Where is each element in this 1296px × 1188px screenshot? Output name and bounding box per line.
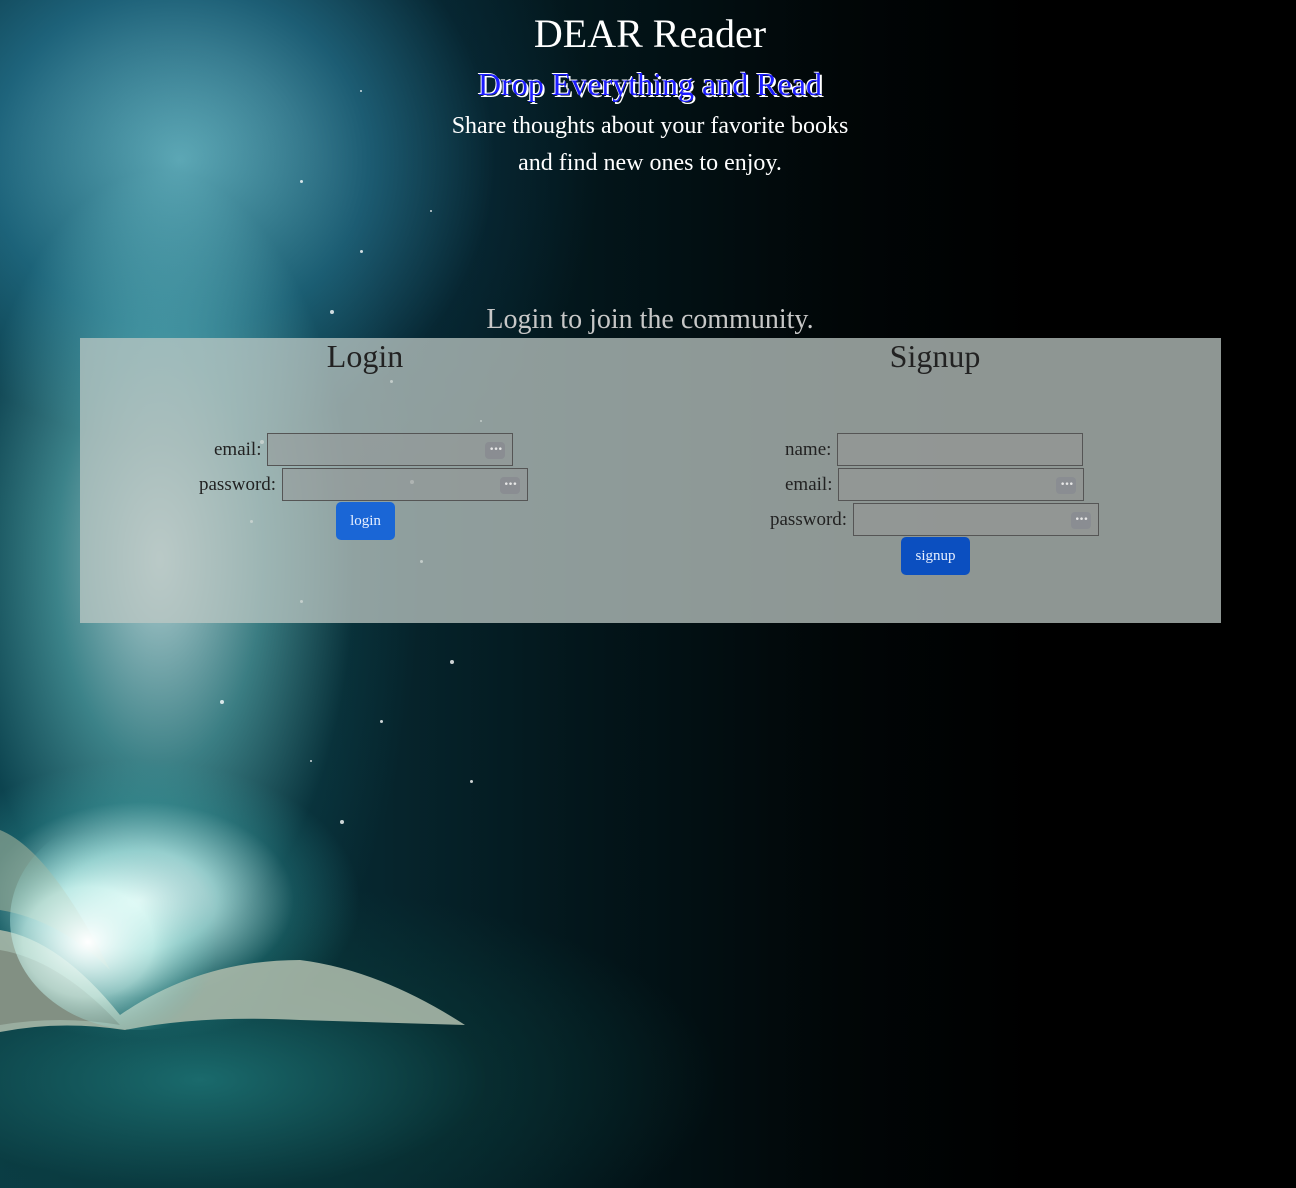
login-password-field-wrapper: ••• [282, 468, 529, 501]
signup-name-row: name: [785, 432, 1084, 467]
signup-button[interactable]: signup [901, 537, 970, 575]
login-password-input[interactable] [283, 469, 528, 500]
sparkle-decoration [340, 820, 344, 824]
password-manager-icon[interactable]: ••• [1056, 477, 1077, 494]
sparkle-decoration [380, 720, 383, 723]
auth-panel: Login email: ••• password: ••• login Sig… [80, 338, 1221, 623]
sparkle-decoration [310, 760, 312, 762]
password-manager-icon[interactable]: ••• [1071, 512, 1092, 529]
sparkle-decoration [360, 250, 363, 253]
signup-password-row: password: ••• [770, 502, 1100, 537]
description-line-1: Share thoughts about your favorite books [451, 113, 849, 139]
open-book-illustration [0, 810, 465, 1032]
login-email-field-wrapper: ••• [267, 433, 514, 466]
login-email-label: email: [214, 438, 262, 460]
sparkle-decoration [450, 660, 454, 664]
login-password-row: password: ••• [199, 467, 529, 502]
login-email-input[interactable] [268, 434, 513, 465]
signup-name-input[interactable] [838, 434, 1083, 465]
signup-email-row: email: ••• [785, 467, 1085, 502]
login-button[interactable]: login [336, 502, 395, 540]
login-email-row: email: ••• [214, 432, 514, 467]
site-title: DEAR Reader [533, 11, 767, 56]
sparkle-decoration [220, 700, 224, 704]
login-password-label: password: [199, 473, 277, 495]
signup-title: Signup [889, 338, 981, 374]
site-tagline: Drop Everything and Read [478, 66, 822, 102]
sparkle-decoration [430, 210, 432, 212]
sparkle-decoration [470, 780, 473, 783]
signup-password-label: password: [770, 508, 848, 530]
site-description: Share thoughts about your favorite books… [0, 108, 1296, 182]
login-title: Login [326, 338, 404, 374]
signup-name-field-wrapper [837, 433, 1084, 466]
signup-form: Signup name: email: ••• password: ••• si… [650, 338, 1220, 623]
signup-email-input[interactable] [839, 469, 1084, 500]
signup-email-field-wrapper: ••• [838, 468, 1085, 501]
description-line-2: and find new ones to enjoy. [518, 150, 782, 176]
login-prompt: Login to join the community. [486, 304, 814, 335]
signup-name-label: name: [785, 438, 832, 460]
signup-email-label: email: [785, 473, 833, 495]
signup-password-input[interactable] [854, 504, 1099, 535]
signup-password-field-wrapper: ••• [853, 503, 1100, 536]
password-manager-icon[interactable]: ••• [485, 442, 506, 459]
password-manager-icon[interactable]: ••• [500, 477, 521, 494]
login-form: Login email: ••• password: ••• login [80, 338, 650, 623]
